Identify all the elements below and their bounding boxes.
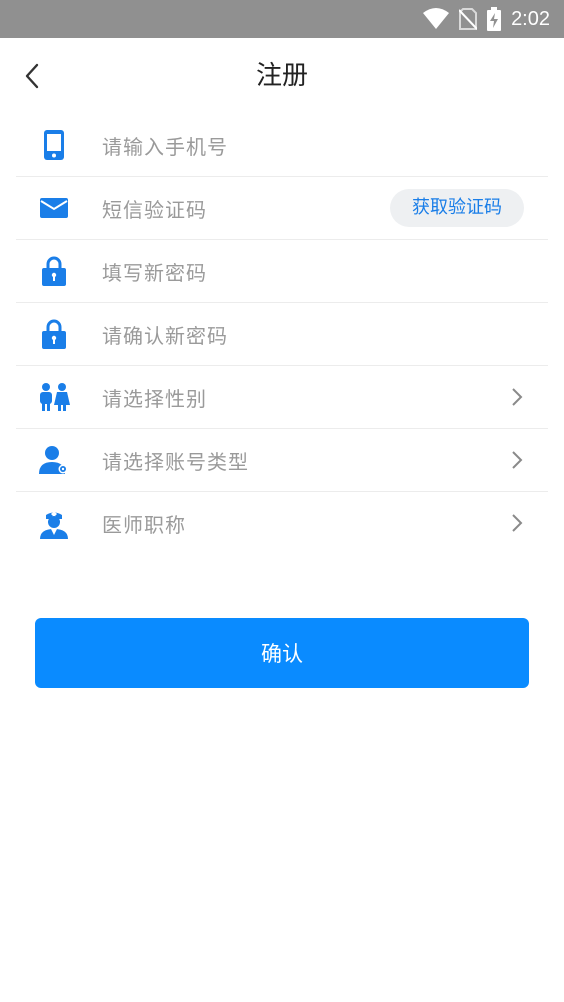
chevron-right-icon	[506, 449, 528, 471]
sms-code-field[interactable]: 短信验证码 获取验证码	[16, 177, 548, 240]
status-bar: 2:02	[0, 0, 564, 38]
phone-field[interactable]: 请输入手机号	[16, 114, 548, 177]
status-time: 2:02	[511, 7, 550, 30]
no-sim-icon	[459, 8, 478, 30]
lock-icon	[38, 255, 70, 287]
account-type-select[interactable]: 请选择账号类型	[16, 429, 548, 492]
confirm-password-field[interactable]: 请确认新密码	[16, 303, 548, 366]
phone-icon	[38, 129, 70, 161]
gender-select[interactable]: 请选择性别	[16, 366, 548, 429]
confirm-password-input[interactable]: 请确认新密码	[102, 320, 228, 349]
wifi-icon	[423, 8, 450, 29]
phone-input[interactable]: 请输入手机号	[102, 131, 228, 160]
new-password-field[interactable]: 填写新密码	[16, 240, 548, 303]
doctor-icon	[38, 508, 70, 540]
account-type-label: 请选择账号类型	[102, 449, 249, 474]
chevron-right-icon	[506, 386, 528, 408]
status-icons	[423, 7, 502, 31]
register-form: 请输入手机号 短信验证码 获取验证码 填写新密码 请确认新密码 请选择性别 请选…	[16, 114, 548, 555]
page-title: 注册	[255, 61, 308, 91]
confirm-button[interactable]: 确认	[35, 618, 529, 688]
sms-code-input[interactable]: 短信验证码	[102, 194, 207, 223]
nav-bar: 注册	[0, 38, 564, 114]
new-password-input[interactable]: 填写新密码	[102, 257, 207, 286]
chevron-right-icon	[506, 512, 528, 534]
gender-label: 请选择性别	[102, 386, 207, 411]
user-card-icon	[38, 444, 70, 476]
doctor-title-label: 医师职称	[102, 513, 186, 537]
get-code-button[interactable]: 获取验证码	[390, 189, 524, 227]
lock-icon	[38, 318, 70, 350]
doctor-title-select[interactable]: 医师职称	[16, 492, 548, 555]
battery-charging-icon	[487, 7, 502, 31]
mail-icon	[38, 192, 70, 224]
gender-icon	[38, 381, 70, 413]
